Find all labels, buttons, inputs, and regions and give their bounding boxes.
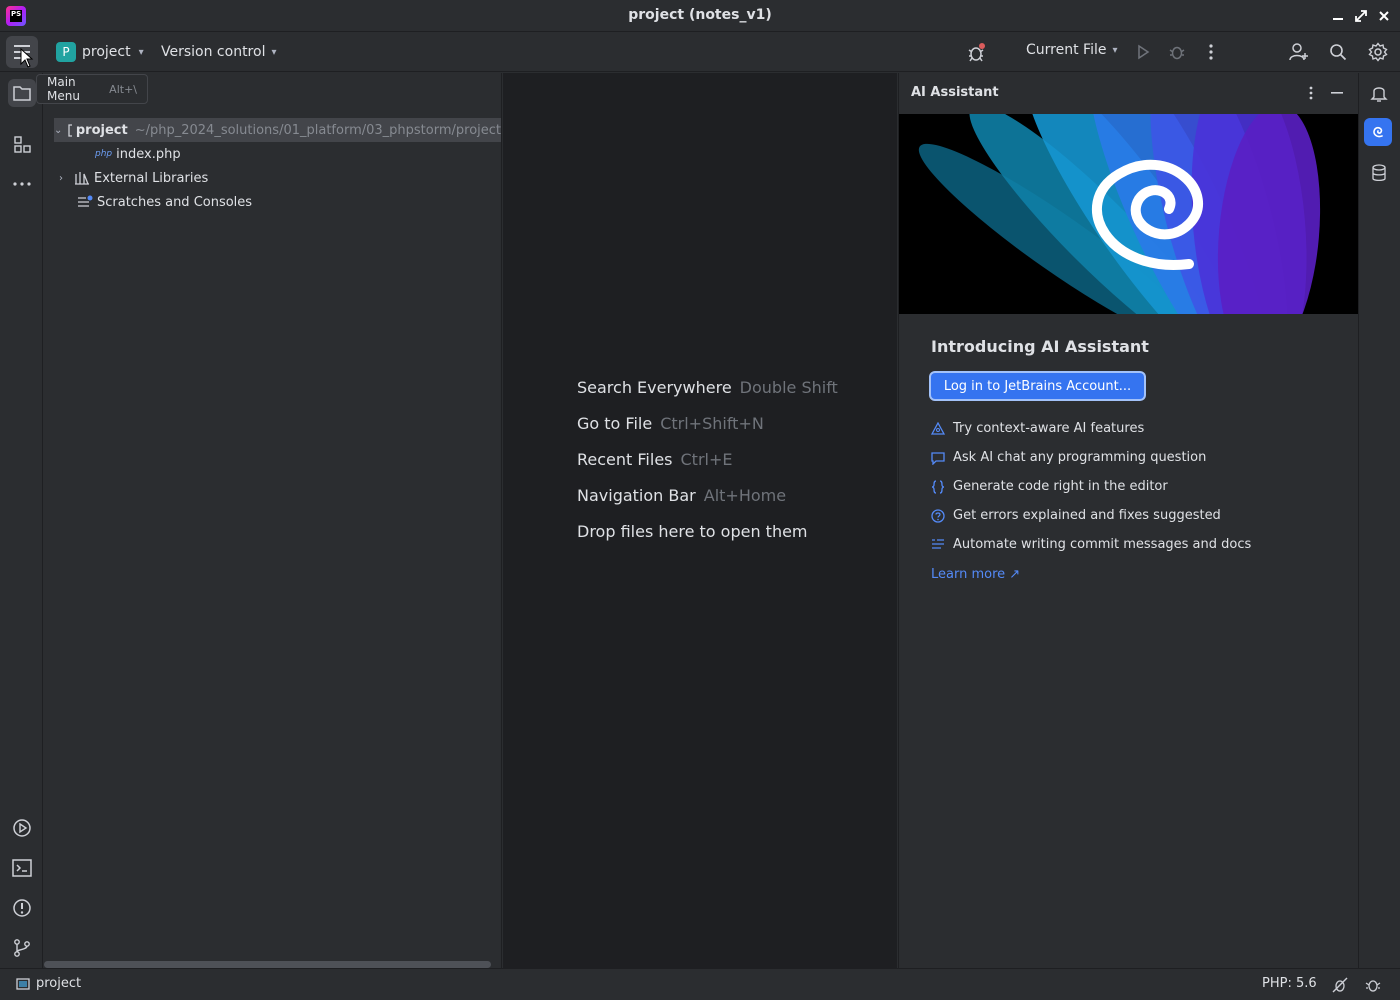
feature-item: Get errors explained and fixes suggested (931, 508, 1221, 523)
database-icon[interactable] (1365, 159, 1393, 187)
run-config-label: Current File (1026, 42, 1107, 58)
hide-panel-icon[interactable] (1325, 81, 1349, 105)
right-tool-strip (1358, 73, 1400, 968)
debug-disabled-icon[interactable] (964, 40, 988, 64)
panel-options-icon[interactable] (1299, 81, 1323, 105)
services-icon[interactable] (8, 814, 36, 842)
add-user-icon[interactable] (1287, 40, 1311, 64)
feature-item: Automate writing commit messages and doc… (931, 537, 1251, 552)
git-branch-icon[interactable] (8, 934, 36, 962)
hint-recent-files: Recent Files Ctrl+E (577, 450, 733, 469)
run-icon[interactable] (1131, 40, 1155, 64)
maximize-icon[interactable] (1351, 6, 1371, 26)
close-icon[interactable] (1374, 6, 1394, 26)
text-lines-icon (931, 538, 945, 552)
main-menu-tooltip: Main Menu Alt+\ (36, 74, 148, 104)
editor-area[interactable]: Search Everywhere Double Shift Go to File… (503, 73, 897, 968)
notifications-bell-icon[interactable] (1365, 79, 1393, 107)
window-title: project (notes_v1) (628, 7, 772, 23)
title-bar: PS project (notes_v1) (0, 0, 1400, 32)
chevron-right-icon[interactable]: › (54, 173, 68, 184)
chevron-down-icon: ▾ (1112, 44, 1118, 56)
hint-navigation-bar: Navigation Bar Alt+Home (577, 486, 787, 505)
hint-go-to-file: Go to File Ctrl+Shift+N (577, 414, 764, 433)
hint-search-everywhere: Search Everywhere Double Shift (577, 378, 838, 397)
debug-icon[interactable] (1165, 40, 1189, 64)
folder-icon (68, 124, 72, 137)
tree-node-label: Scratches and Consoles (97, 194, 253, 210)
project-tool-window: ⌄ project ~/php_2024_solutions/01_platfo… (44, 73, 502, 968)
version-control-label: Version control (161, 44, 266, 60)
tree-node-scratches[interactable]: Scratches and Consoles (77, 190, 252, 214)
status-bar: project PHP: 5.6 (0, 968, 1400, 1000)
tree-node-external-libraries[interactable]: › External Libraries (54, 166, 208, 190)
left-tool-strip (0, 73, 43, 968)
mouse-cursor-icon (20, 47, 34, 72)
tree-node-index-php[interactable]: php index.php (95, 142, 181, 166)
tree-node-label: project (75, 122, 128, 138)
search-icon[interactable] (1326, 40, 1350, 64)
structure-icon[interactable] (8, 130, 36, 158)
debug-bug-icon[interactable] (1361, 973, 1385, 997)
tooltip-shortcut: Alt+\ (109, 82, 137, 96)
question-circle-icon (931, 508, 945, 523)
scratches-icon (78, 195, 93, 207)
chevron-down-icon: ▾ (271, 46, 277, 58)
feature-item: Ask AI chat any programming question (931, 450, 1206, 465)
php-file-icon: php (95, 149, 113, 159)
project-module-icon (16, 977, 30, 990)
project-folder-icon[interactable] (8, 79, 36, 107)
status-project[interactable]: project (16, 976, 81, 991)
library-icon (75, 172, 89, 185)
feature-item: Generate code right in the editor (931, 479, 1168, 494)
horizontal-scrollbar[interactable] (44, 961, 491, 968)
tree-node-project-root[interactable]: ⌄ project ~/php_2024_solutions/01_platfo… (54, 118, 501, 142)
hint-drop-files: Drop files here to open them (577, 522, 808, 541)
code-braces-icon (931, 479, 945, 494)
tree-node-label: index.php (116, 146, 181, 162)
ai-assistant-panel: AI Assistant Introducing AI Assistant Lo… (898, 73, 1358, 968)
main-toolbar: P project ▾ Version control ▾ Current Fi… (0, 32, 1400, 72)
terminal-icon[interactable] (8, 854, 36, 882)
tree-node-label: External Libraries (94, 170, 209, 186)
chevron-down-icon[interactable]: ⌄ (54, 125, 62, 136)
feature-item: Try context-aware AI features (931, 421, 1144, 436)
project-badge: P (56, 42, 76, 62)
ai-banner-image (899, 114, 1358, 314)
minimize-icon[interactable] (1328, 6, 1348, 26)
ai-assistant-spiral-icon[interactable] (1364, 118, 1392, 146)
chat-icon (931, 451, 945, 465)
learn-more-link[interactable]: Learn more ↗ (931, 567, 1020, 582)
tree-node-path: ~/php_2024_solutions/01_platform/03_phps… (134, 122, 501, 138)
login-jetbrains-button[interactable]: Log in to JetBrains Account... (931, 373, 1144, 399)
project-widget[interactable]: P project ▾ (56, 42, 144, 62)
context-aware-icon (931, 421, 945, 436)
php-version-indicator[interactable]: PHP: 5.6 (1262, 976, 1317, 991)
project-name: project (82, 44, 131, 60)
chevron-down-icon: ▾ (138, 46, 144, 58)
no-inspection-icon[interactable] (1328, 973, 1352, 997)
ai-panel-title: AI Assistant (911, 85, 999, 100)
more-tool-windows-icon[interactable] (8, 170, 36, 198)
problems-icon[interactable] (8, 894, 36, 922)
tooltip-label: Main Menu (47, 75, 80, 103)
version-control-widget[interactable]: Version control ▾ (161, 42, 277, 62)
ai-heading: Introducing AI Assistant (931, 337, 1149, 356)
settings-gear-icon[interactable] (1366, 40, 1390, 64)
more-actions-icon[interactable] (1199, 40, 1223, 64)
run-config-selector[interactable]: Current File ▾ (1026, 42, 1118, 58)
